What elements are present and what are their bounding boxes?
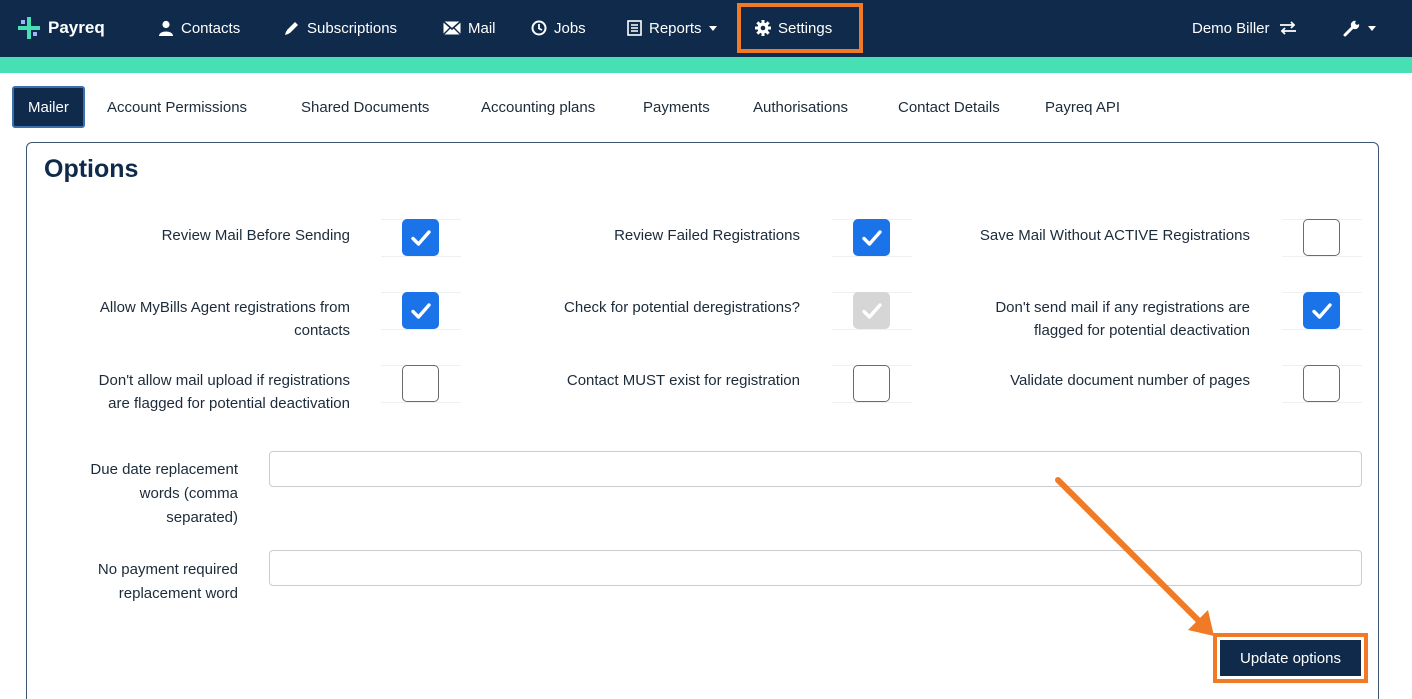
gear-icon <box>755 20 771 36</box>
option-label-check-deregistrations: Check for potential deregistrations? <box>564 299 800 316</box>
tab-label: Shared Documents <box>301 98 430 116</box>
tab-payreq-api[interactable]: Payreq API <box>1045 86 1120 128</box>
due-date-words-input[interactable] <box>269 451 1362 487</box>
options-title: Options <box>44 155 139 183</box>
envelope-icon <box>443 21 461 35</box>
option-label-review-mail: Review Mail Before Sending <box>161 227 350 244</box>
checkmark-icon <box>1311 302 1332 319</box>
tools-menu[interactable] <box>1343 16 1376 40</box>
tab-shared-documents[interactable]: Shared Documents <box>301 86 429 128</box>
tab-label: Accounting plans <box>481 98 596 116</box>
tab-accounting-plans[interactable]: Accounting plans <box>481 86 595 128</box>
chevron-down-icon <box>708 25 717 31</box>
no-payment-word-input[interactable] <box>269 550 1362 586</box>
review-mail-checkbox[interactable] <box>402 219 439 256</box>
navbar-accent-bar <box>0 57 1412 73</box>
tab-contact-details[interactable]: Contact Details <box>898 86 1000 128</box>
allow-mybills-agent-checkbox[interactable] <box>402 292 439 329</box>
no-payment-word-label: No payment required replacement word <box>97 561 238 602</box>
option-label-validate-pages: Validate document number of pages <box>1010 372 1250 389</box>
biller-name: Demo Biller <box>1192 19 1270 37</box>
dont-allow-upload-flagged-checkbox[interactable] <box>402 365 439 402</box>
checkmark-icon <box>861 229 882 246</box>
option-label-allow-mybills: Allow MyBills Agent registrations from co… <box>99 299 350 339</box>
user-icon <box>159 20 173 36</box>
nav-label: Mail <box>468 19 496 37</box>
nav-label: Jobs <box>554 19 586 37</box>
nav-label: Reports <box>649 19 702 37</box>
biller-switcher[interactable]: Demo Biller <box>1192 16 1297 40</box>
tab-label: Payreq API <box>1045 98 1121 116</box>
save-mail-without-active-checkbox[interactable] <box>1303 219 1340 256</box>
check-deregistrations-checkbox[interactable] <box>853 292 890 329</box>
option-label-contact-must-exist: Contact MUST exist for registration <box>566 372 800 389</box>
tab-label: Mailer <box>28 98 69 116</box>
swap-icon <box>1279 21 1296 35</box>
chevron-down-icon <box>1368 25 1376 31</box>
clock-icon <box>531 20 547 36</box>
brand-name: Payreq <box>48 18 105 37</box>
validate-document-pages-checkbox[interactable] <box>1303 365 1340 402</box>
tab-label: Payments <box>643 98 710 116</box>
nav-reports[interactable]: Reports <box>627 16 717 40</box>
nav-label: Settings <box>778 19 833 37</box>
tab-label: Authorisations <box>753 98 849 116</box>
due-date-words-label: Due date replacement words (comma separa… <box>90 461 238 526</box>
nav-settings[interactable]: Settings <box>755 16 832 40</box>
tab-mailer[interactable]: Mailer <box>12 86 85 128</box>
contact-must-exist-checkbox[interactable] <box>853 365 890 402</box>
checkmark-icon <box>410 229 431 246</box>
option-label-dont-allow-upload: Don't allow mail upload if registrations… <box>98 372 350 412</box>
brand-logo[interactable]: Payreq <box>18 15 105 41</box>
update-options-button[interactable]: Update options <box>1220 640 1361 676</box>
checkmark-icon <box>410 302 431 319</box>
tab-label: Contact Details <box>898 98 1000 116</box>
review-failed-registrations-checkbox[interactable] <box>853 219 890 256</box>
option-label-dont-send-mail: Don't send mail if any registrations are… <box>995 299 1250 339</box>
nav-subscriptions[interactable]: Subscriptions <box>284 16 397 40</box>
nav-label: Subscriptions <box>307 19 398 37</box>
tab-payments[interactable]: Payments <box>643 86 710 128</box>
nav-jobs[interactable]: Jobs <box>531 16 586 40</box>
wrench-icon <box>1343 20 1360 37</box>
report-icon <box>627 20 642 36</box>
option-label-review-failed: Review Failed Registrations <box>614 227 800 244</box>
tab-authorisations[interactable]: Authorisations <box>753 86 848 128</box>
nav-contacts[interactable]: Contacts <box>158 16 240 40</box>
tab-label: Account Permissions <box>107 98 248 116</box>
nav-label: Contacts <box>181 19 241 37</box>
tab-account-permissions[interactable]: Account Permissions <box>107 86 247 128</box>
checkmark-icon <box>861 302 882 319</box>
pencil-icon <box>285 22 298 35</box>
dont-send-mail-flagged-checkbox[interactable] <box>1303 292 1340 329</box>
option-label-save-mail: Save Mail Without ACTIVE Registrations <box>979 227 1250 244</box>
nav-mail[interactable]: Mail <box>443 16 496 40</box>
payreq-logo-icon <box>18 17 40 39</box>
